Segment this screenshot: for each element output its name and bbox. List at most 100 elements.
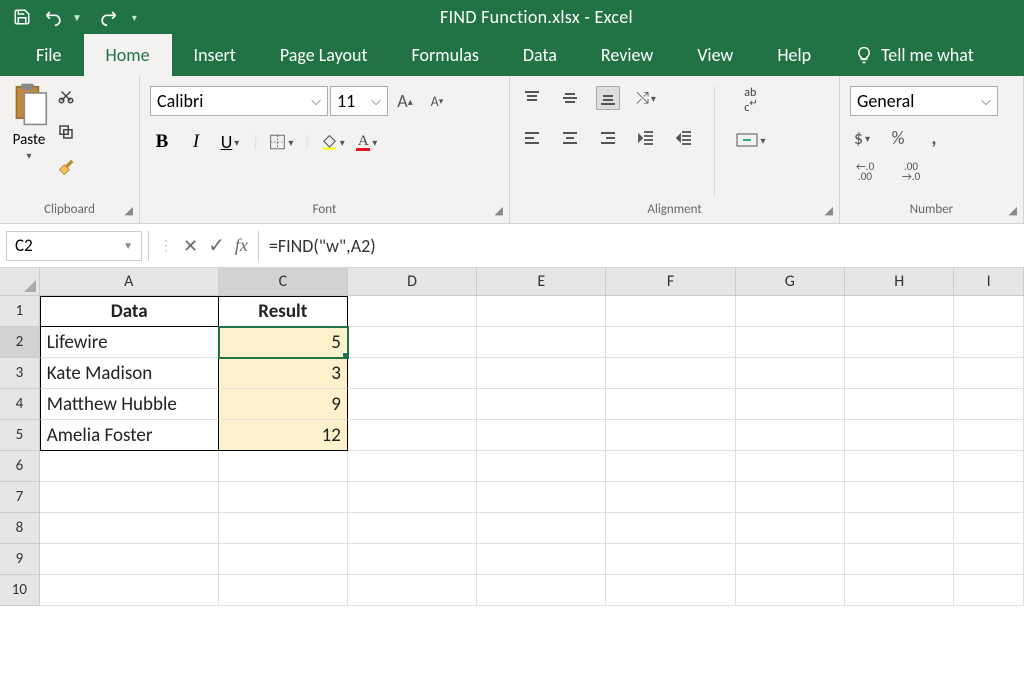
currency-button[interactable]: $▾ <box>850 126 874 150</box>
cell-F8[interactable] <box>606 513 735 544</box>
cell-D1[interactable] <box>348 296 477 327</box>
font-size-combo[interactable]: 11⌵ <box>330 86 388 116</box>
cell-G8[interactable] <box>736 513 845 544</box>
merge-center-button[interactable]: ▾ <box>733 128 769 152</box>
col-header-D[interactable]: D <box>348 268 477 295</box>
number-launcher-icon[interactable]: ◢ <box>1009 204 1017 217</box>
tab-home[interactable]: Home <box>84 34 172 76</box>
cell-F7[interactable] <box>606 482 735 513</box>
cell-F4[interactable] <box>606 389 735 420</box>
decrease-indent-icon[interactable] <box>634 126 658 150</box>
col-header-I[interactable]: I <box>954 268 1024 295</box>
cell-H9[interactable] <box>845 544 954 575</box>
cell-G2[interactable] <box>736 327 845 358</box>
cell-C1[interactable]: Result <box>219 296 348 327</box>
align-bottom-icon[interactable] <box>596 86 620 110</box>
redo-icon[interactable] <box>94 3 122 31</box>
cell-E3[interactable] <box>477 358 606 389</box>
row-header-8[interactable]: 8 <box>0 513 40 544</box>
row-header-7[interactable]: 7 <box>0 482 40 513</box>
cell-A10[interactable] <box>40 575 219 606</box>
cell-G7[interactable] <box>736 482 845 513</box>
cell-I8[interactable] <box>954 513 1024 544</box>
borders-button[interactable]: ▾ <box>269 130 293 154</box>
cell-E5[interactable] <box>477 420 606 451</box>
cell-C8[interactable] <box>219 513 348 544</box>
col-header-E[interactable]: E <box>477 268 606 295</box>
row-header-5[interactable]: 5 <box>0 420 40 451</box>
cell-E9[interactable] <box>477 544 606 575</box>
cell-A6[interactable] <box>40 451 219 482</box>
cell-G4[interactable] <box>736 389 845 420</box>
cell-D8[interactable] <box>348 513 477 544</box>
cell-I2[interactable] <box>954 327 1024 358</box>
cell-C10[interactable] <box>219 575 348 606</box>
qat-customize-icon[interactable]: ▾ <box>126 11 137 24</box>
cell-H7[interactable] <box>845 482 954 513</box>
cell-C9[interactable] <box>219 544 348 575</box>
cell-D10[interactable] <box>348 575 477 606</box>
row-header-6[interactable]: 6 <box>0 451 40 482</box>
wrap-text-button[interactable]: abc↵ <box>733 88 769 112</box>
paste-button[interactable]: Paste ▾ <box>10 82 48 162</box>
cell-E8[interactable] <box>477 513 606 544</box>
percent-button[interactable]: % <box>886 126 910 150</box>
cell-G10[interactable] <box>736 575 845 606</box>
cell-E7[interactable] <box>477 482 606 513</box>
cell-G9[interactable] <box>736 544 845 575</box>
col-header-F[interactable]: F <box>606 268 735 295</box>
cell-G6[interactable] <box>736 451 845 482</box>
cell-E2[interactable] <box>477 327 606 358</box>
cell-I5[interactable] <box>954 420 1024 451</box>
increase-indent-icon[interactable] <box>672 126 696 150</box>
tab-data[interactable]: Data <box>501 34 579 76</box>
cell-D6[interactable] <box>348 451 477 482</box>
cell-C4[interactable]: 9 <box>219 389 348 420</box>
cell-G5[interactable] <box>736 420 845 451</box>
align-left-icon[interactable] <box>520 126 544 150</box>
align-middle-icon[interactable] <box>558 86 582 110</box>
cancel-formula-icon[interactable]: ✕ <box>183 235 198 257</box>
tab-file[interactable]: File <box>14 34 84 76</box>
cell-E4[interactable] <box>477 389 606 420</box>
formula-bar[interactable]: =FIND("w",A2) <box>259 231 1024 261</box>
cell-F5[interactable] <box>606 420 735 451</box>
cell-A5[interactable]: Amelia Foster <box>40 420 219 451</box>
cell-D9[interactable] <box>348 544 477 575</box>
cell-G1[interactable] <box>736 296 845 327</box>
tab-help[interactable]: Help <box>755 34 833 76</box>
row-header-4[interactable]: 4 <box>0 389 40 420</box>
decrease-decimal-icon[interactable]: .00→.0 <box>896 160 926 184</box>
tab-formulas[interactable]: Formulas <box>390 34 501 76</box>
cell-F1[interactable] <box>606 296 735 327</box>
cell-H6[interactable] <box>845 451 954 482</box>
grow-font-icon[interactable]: A▴ <box>390 89 420 113</box>
cell-H4[interactable] <box>845 389 954 420</box>
enter-formula-icon[interactable]: ✓ <box>208 233 225 258</box>
row-header-1[interactable]: 1 <box>0 296 40 327</box>
cell-H3[interactable] <box>845 358 954 389</box>
alignment-launcher-icon[interactable]: ◢ <box>825 204 833 217</box>
tab-page-layout[interactable]: Page Layout <box>258 34 390 76</box>
font-name-combo[interactable]: Calibri⌵ <box>150 86 328 116</box>
save-icon[interactable] <box>8 3 36 31</box>
align-right-icon[interactable] <box>596 126 620 150</box>
underline-button[interactable]: U▾ <box>218 130 242 154</box>
row-header-2[interactable]: 2 <box>0 327 40 358</box>
cell-I9[interactable] <box>954 544 1024 575</box>
cell-E10[interactable] <box>477 575 606 606</box>
cell-H1[interactable] <box>845 296 954 327</box>
cell-F6[interactable] <box>606 451 735 482</box>
cell-A1[interactable]: Data <box>40 296 219 327</box>
font-launcher-icon[interactable]: ◢ <box>495 204 503 217</box>
comma-button[interactable]: , <box>922 126 946 150</box>
row-header-10[interactable]: 10 <box>0 575 40 606</box>
cell-F10[interactable] <box>606 575 735 606</box>
cell-C3[interactable]: 3 <box>219 358 348 389</box>
cell-H10[interactable] <box>845 575 954 606</box>
cell-I6[interactable] <box>954 451 1024 482</box>
cell-F3[interactable] <box>606 358 735 389</box>
cell-E1[interactable] <box>477 296 606 327</box>
name-box[interactable]: C2 ▼ <box>6 231 142 261</box>
orientation-icon[interactable]: ⤭▾ <box>634 86 658 110</box>
